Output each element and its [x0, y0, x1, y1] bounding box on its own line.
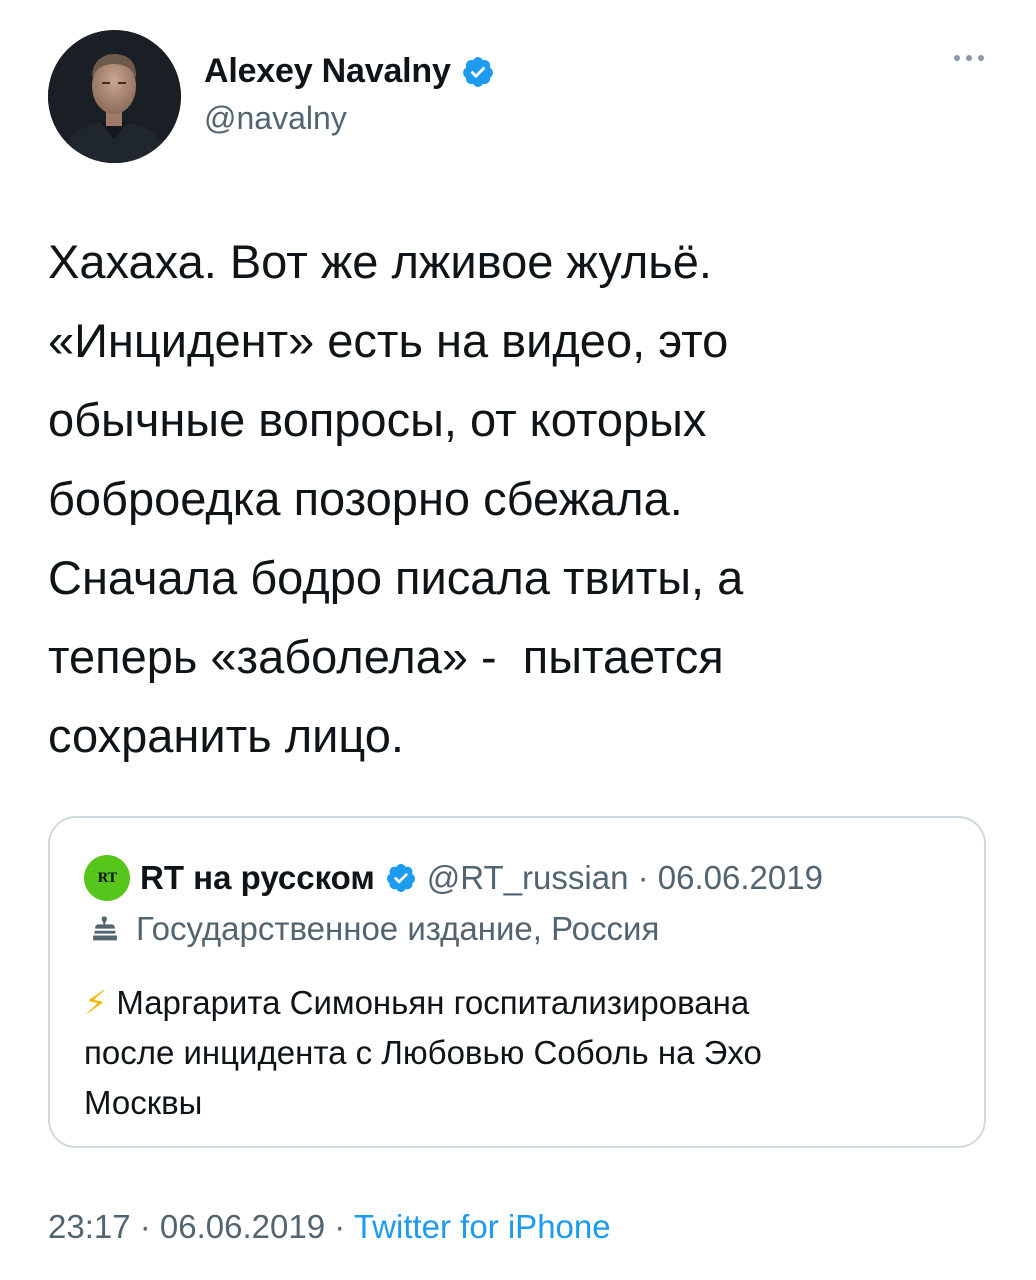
more-dot	[966, 55, 972, 61]
quoted-text-segment: Маргарита Симоньян госпитализирована	[107, 984, 750, 1021]
more-dot	[954, 55, 960, 61]
quoted-text-line: Москвы	[84, 1084, 203, 1121]
verified-badge-icon	[462, 56, 493, 87]
author-name-row[interactable]: Alexey Navalny	[204, 52, 495, 91]
quoted-date: 06.06.2019	[657, 859, 823, 896]
tweet-text-line: обычные вопросы, от которых	[48, 393, 707, 446]
state-media-icon	[93, 916, 117, 941]
tweet-text-line: теперь «заболела» - пытается	[48, 630, 724, 683]
tweet-source-link[interactable]: Twitter for iPhone	[354, 1208, 611, 1245]
author-handle[interactable]: @navalny	[204, 100, 347, 137]
verified-badge-icon	[386, 864, 415, 892]
more-options-icon[interactable]	[954, 55, 984, 61]
rt-logo-text: RT	[97, 870, 117, 886]
tweet-text-line: «Инцидент» есть на видео, это	[48, 314, 729, 367]
quoted-handle-text: @RT_russian	[426, 859, 629, 896]
quoted-text-line: после инцидента с Любовью Соболь на Эхо	[84, 1034, 762, 1071]
separator-dot: ·	[130, 1208, 160, 1245]
quoted-text-line: ⚡ Маргарита Симоньян госпитализирована	[84, 978, 964, 1028]
tweet-meta: 23:17 · 06.06.2019 · Twitter for iPhone	[48, 1208, 611, 1246]
avatar-photo	[48, 30, 181, 163]
tweet-text-line: Хахаха. Вот же лживое жульё.	[48, 235, 712, 288]
tweet-text-line: сохранить лицо.	[48, 709, 404, 762]
tweet-text-line: Сначала бодро писала твиты, а	[48, 551, 744, 604]
avatar[interactable]	[48, 30, 181, 163]
separator-dot: ·	[628, 859, 658, 896]
quoted-account-name[interactable]: RT на русском	[140, 859, 375, 897]
quoted-account-handle[interactable]: @RT_russian · 06.06.2019	[427, 859, 823, 897]
rt-logo-avatar[interactable]: RT	[84, 855, 130, 901]
tweet-text-line: боброедка позорно сбежала.	[48, 472, 683, 525]
quoted-tweet-card[interactable]: RT RT на русском @RT_russian · 06.06.201…	[48, 816, 986, 1148]
more-dot	[978, 55, 984, 61]
quoted-tweet-header: RT RT на русском @RT_russian · 06.06.201…	[84, 855, 823, 901]
separator-dot: ·	[325, 1208, 354, 1245]
author-name[interactable]: Alexey Navalny	[204, 52, 451, 91]
quoted-tweet-text: ⚡ Маргарита Симоньян госпитализирована п…	[84, 978, 964, 1128]
tweet-date[interactable]: 06.06.2019	[160, 1208, 325, 1245]
state-media-label-text: Государственное издание, Россия	[136, 910, 660, 947]
tweet-time[interactable]: 23:17	[48, 1208, 131, 1245]
lightning-icon: ⚡	[84, 984, 108, 1021]
state-media-label[interactable]: Государственное издание, Россия	[88, 910, 659, 948]
tweet-text: Хахаха. Вот же лживое жульё. «Инцидент» …	[48, 222, 988, 775]
